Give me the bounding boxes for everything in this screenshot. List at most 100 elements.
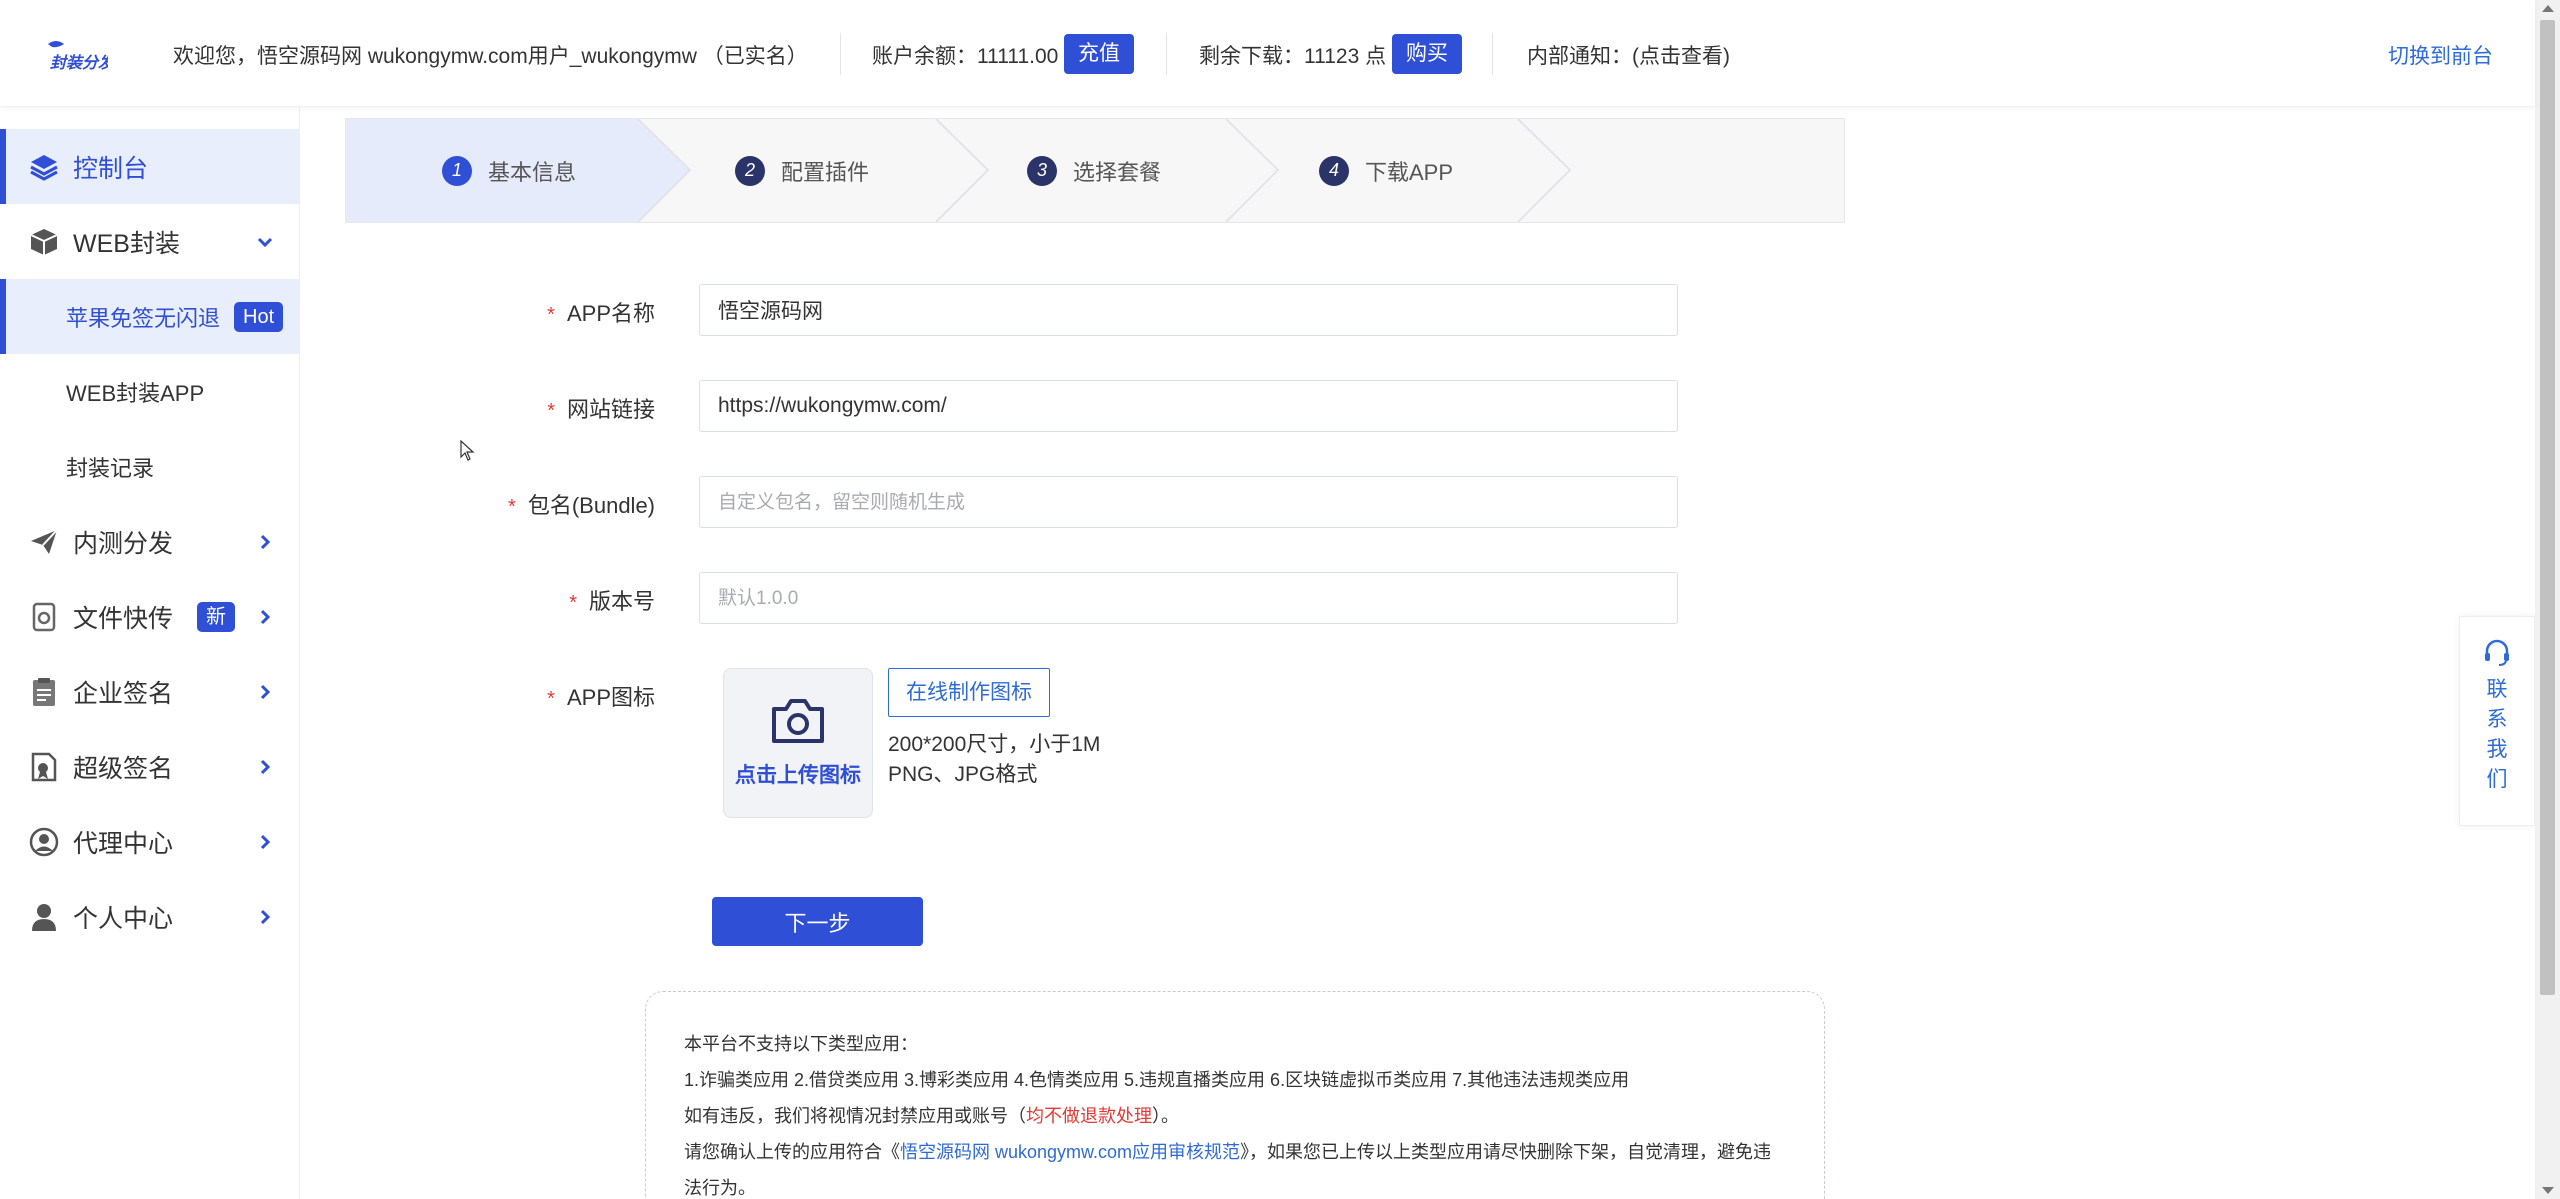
next-step-button[interactable]: 下一步 xyxy=(712,897,923,946)
top-header: 封装分发 欢迎您，悟空源码网 wukongymw.com用户_wukongymw… xyxy=(0,0,2535,107)
chevron-right-icon xyxy=(260,909,271,924)
downloads-text: 剩余下载：11123 点 xyxy=(1199,45,1387,68)
app-icon-label: * APP图标 xyxy=(547,685,655,710)
sidebar-subitem-label: 苹果免签无闪退 xyxy=(66,305,221,331)
sidebar-subitem-apple-sign[interactable]: 苹果免签无闪退 Hot xyxy=(0,279,300,354)
header-divider xyxy=(840,33,841,75)
sidebar-item-console[interactable]: 控制台 xyxy=(0,129,300,204)
step-basic-info[interactable]: 1 基本信息 xyxy=(442,119,576,222)
clipboard-icon xyxy=(33,677,55,706)
upload-icon-label: 点击上传图标 xyxy=(735,764,861,787)
sidebar-item-label: 企业签名 xyxy=(73,679,174,708)
sidebar-subitem-label: WEB封装APP xyxy=(66,380,205,406)
chevron-right-icon xyxy=(260,759,271,774)
header-divider xyxy=(1166,33,1167,75)
file-transfer-icon xyxy=(32,602,56,631)
app-name-input[interactable] xyxy=(699,284,1678,336)
notice-line: 本平台不支持以下类型应用： xyxy=(684,1034,918,1054)
box-icon xyxy=(30,228,58,255)
chevron-right-icon xyxy=(260,609,271,624)
sidebar-subitem-web-app[interactable]: WEB封装APP xyxy=(0,354,300,429)
sidebar-item-file-transfer[interactable]: 文件快传 新 xyxy=(0,579,300,654)
sidebar-item-enterprise-sign[interactable]: 企业签名 xyxy=(0,654,300,729)
paper-plane-icon xyxy=(31,528,58,554)
chevron-down-icon xyxy=(257,237,273,247)
contact-us-float[interactable]: 联系我们 xyxy=(2459,616,2535,826)
balance-text: 账户余额：11111.00 xyxy=(872,45,1059,68)
site-url-label: * 网站链接 xyxy=(547,397,655,422)
user-icon xyxy=(32,903,56,931)
icon-size-hint: 200*200尺寸，小于1M xyxy=(888,733,1101,756)
welcome-text: 欢迎您，悟空源码网 wukongymw.com用户_wukongymw （已实名… xyxy=(173,45,808,68)
step-number: 3 xyxy=(1027,155,1057,186)
app-name-label: * APP名称 xyxy=(547,301,655,326)
buy-button[interactable]: 购买 xyxy=(1392,34,1462,74)
required-mark: * xyxy=(569,592,577,614)
agent-icon xyxy=(29,827,59,856)
scroll-thumb[interactable] xyxy=(2540,20,2555,995)
certificate-icon xyxy=(31,752,57,781)
sidebar-item-label: 控制台 xyxy=(73,154,149,183)
chevron-right-icon xyxy=(260,684,271,699)
policy-notice-box: 本平台不支持以下类型应用： 1.诈骗类应用 2.借贷类应用 3.博彩类应用 4.… xyxy=(645,991,1825,1199)
notice-line: 请您确认上传的应用符合《悟空源码网 wukongymw.com应用审核规范》，如… xyxy=(684,1142,1772,1198)
contact-us-label: 联系我们 xyxy=(2486,678,2508,791)
bundle-label: * 包名(Bundle) xyxy=(508,493,655,518)
scroll-down-arrow-icon[interactable] xyxy=(2542,1187,2554,1194)
step-progress-bar: 1 基本信息 2 配置插件 3 选择套餐 4 下载APP xyxy=(345,118,1845,223)
required-mark: * xyxy=(547,688,555,710)
step-label: 基本信息 xyxy=(488,159,577,185)
step-download-app[interactable]: 4 下载APP xyxy=(1319,119,1453,222)
sidebar-item-web-wrap[interactable]: WEB封装 xyxy=(0,204,300,279)
bundle-input[interactable] xyxy=(699,476,1678,528)
required-mark: * xyxy=(547,400,555,422)
sidebar-item-label: 代理中心 xyxy=(73,829,174,858)
logo-icon[interactable]: 封装分发 xyxy=(42,38,108,72)
step-configure-plugins[interactable]: 2 配置插件 xyxy=(735,119,869,222)
sidebar-subitem-records[interactable]: 封装记录 xyxy=(0,429,300,504)
site-url-input[interactable] xyxy=(699,380,1678,432)
step-label: 下载APP xyxy=(1365,159,1454,185)
internal-notice-link[interactable]: 内部通知：(点击查看) xyxy=(1527,40,1730,70)
sidebar-item-label: 文件快传 xyxy=(73,604,174,633)
step-select-package[interactable]: 3 选择套餐 xyxy=(1027,119,1161,222)
icon-upload-box[interactable]: 点击上传图标 xyxy=(723,668,873,818)
headset-icon xyxy=(2485,639,2509,666)
step-label: 配置插件 xyxy=(781,159,870,185)
review-guidelines-link[interactable]: 悟空源码网 wukongymw.com应用审核规范 xyxy=(900,1142,1240,1162)
notice-line: 如有违反，我们将视情况封禁应用或账号（均不做退款处理）。 xyxy=(684,1106,1179,1126)
sidebar: 控制台 WEB封装 苹果免签无闪退 Hot WEB封装APP 封装记录 内测分发 xyxy=(0,107,300,1199)
no-refund-text: 均不做退款处理 xyxy=(1026,1106,1152,1126)
sidebar-item-label: 内测分发 xyxy=(73,529,174,558)
sidebar-subitem-label: 封装记录 xyxy=(66,455,155,481)
scroll-up-arrow-icon[interactable] xyxy=(2542,5,2554,12)
icon-format-hint: PNG、JPG格式 xyxy=(888,763,1038,786)
mouse-cursor-icon xyxy=(460,440,475,461)
required-mark: * xyxy=(508,496,516,518)
page-scrollbar[interactable] xyxy=(2535,0,2560,1199)
version-input[interactable] xyxy=(699,572,1678,624)
step-number: 2 xyxy=(735,155,765,186)
svg-text:封装分发: 封装分发 xyxy=(50,53,108,72)
new-badge: 新 xyxy=(197,601,235,632)
step-number: 1 xyxy=(442,155,472,186)
switch-frontend-link[interactable]: 切换到前台 xyxy=(2388,40,2493,70)
sidebar-item-agent-center[interactable]: 代理中心 xyxy=(0,804,300,879)
sidebar-item-label: WEB封装 xyxy=(73,229,180,258)
required-mark: * xyxy=(547,304,555,326)
layers-icon xyxy=(30,154,58,181)
sidebar-item-label: 个人中心 xyxy=(73,904,174,933)
header-divider xyxy=(1492,33,1493,75)
sidebar-item-personal-center[interactable]: 个人中心 xyxy=(0,879,300,954)
recharge-button[interactable]: 充值 xyxy=(1064,34,1134,74)
sidebar-item-beta-distribution[interactable]: 内测分发 xyxy=(0,504,300,579)
camera-icon xyxy=(772,699,824,743)
step-label: 选择套餐 xyxy=(1073,159,1162,185)
chevron-right-icon xyxy=(260,834,271,849)
step-number: 4 xyxy=(1319,155,1349,186)
make-icon-online-button[interactable]: 在线制作图标 xyxy=(888,668,1050,717)
sidebar-item-super-sign[interactable]: 超级签名 xyxy=(0,729,300,804)
chevron-right-icon xyxy=(260,534,271,549)
hot-badge: Hot xyxy=(234,301,284,332)
version-label: * 版本号 xyxy=(569,589,655,614)
